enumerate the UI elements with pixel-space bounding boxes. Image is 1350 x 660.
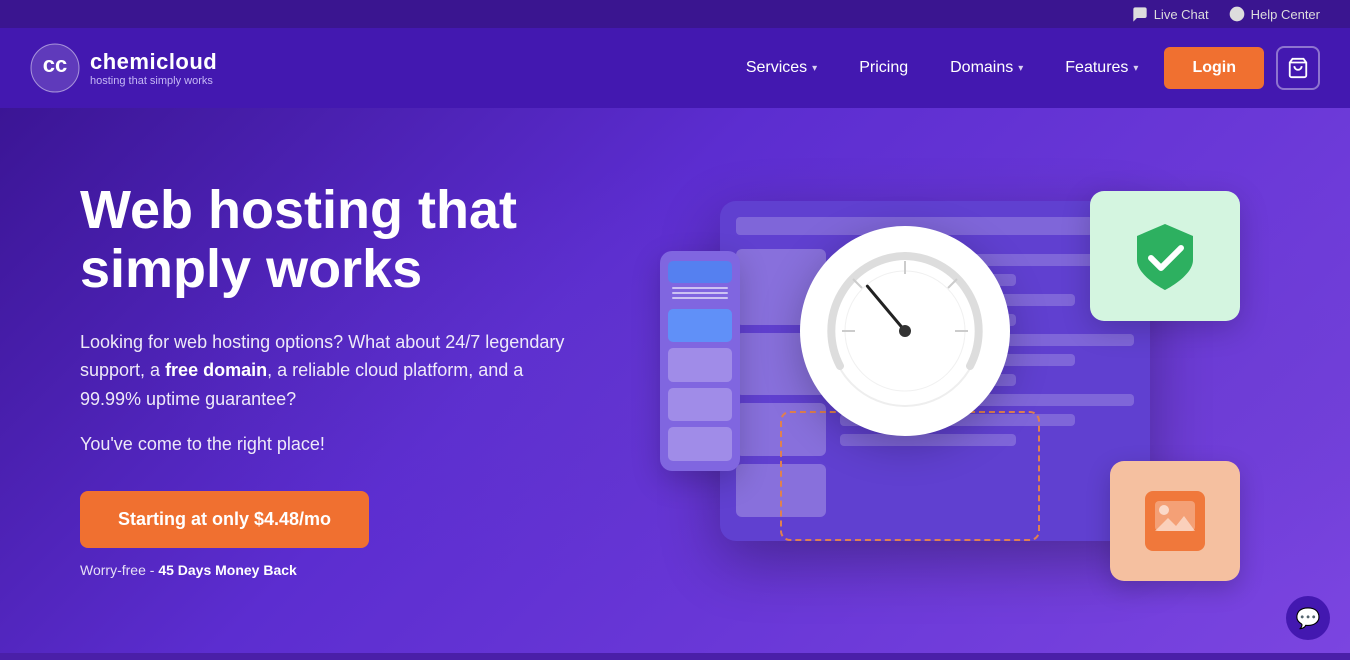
logo-name: chemicloud — [90, 49, 217, 75]
features-chevron-icon: ▾ — [1133, 63, 1138, 74]
money-back-prefix: Worry-free - — [80, 562, 158, 578]
logo-icon: cc — [30, 43, 80, 93]
logo[interactable]: cc chemicloud hosting that simply works — [30, 43, 217, 93]
hero-free-domain: free domain — [165, 360, 267, 380]
chat-bubble-button[interactable]: 💬 — [1286, 596, 1330, 640]
cta-button[interactable]: Starting at only $4.48/mo — [80, 491, 369, 548]
hero-title: Web hosting that simply works — [80, 181, 630, 300]
navbar: cc chemicloud hosting that simply works … — [0, 28, 1350, 108]
logo-text-area: chemicloud hosting that simply works — [90, 49, 217, 87]
logo-tagline: hosting that simply works — [90, 75, 217, 87]
shield-icon — [1125, 216, 1205, 296]
money-back-bold: 45 Days Money Back — [158, 562, 297, 578]
security-badge — [1090, 191, 1240, 321]
help-center-label: Help Center — [1251, 7, 1320, 22]
domains-chevron-icon: ▾ — [1018, 63, 1023, 74]
help-center-link[interactable]: Help Center — [1229, 6, 1320, 22]
speedometer — [800, 226, 1010, 436]
live-chat-label: Live Chat — [1154, 7, 1209, 22]
illustration-wrapper — [660, 171, 1240, 591]
cart-icon — [1287, 57, 1309, 79]
orange-card — [1110, 461, 1240, 581]
cart-button[interactable] — [1276, 46, 1320, 90]
hero-illustration — [630, 108, 1270, 653]
live-chat-link[interactable]: Live Chat — [1132, 6, 1209, 22]
hero-description: Looking for web hosting options? What ab… — [80, 328, 580, 414]
top-bar: Live Chat Help Center — [0, 0, 1350, 28]
hero-tagline: You've come to the right place! — [80, 434, 630, 455]
chat-bubble-icon: 💬 — [1296, 606, 1321, 631]
nav-domains[interactable]: Domains ▾ — [934, 49, 1039, 87]
hero-section: Web hosting that simply works Looking fo… — [0, 108, 1350, 653]
svg-text:cc: cc — [43, 52, 67, 77]
phone-mockup — [660, 251, 740, 471]
nav-pricing[interactable]: Pricing — [843, 49, 924, 87]
speedometer-center — [899, 325, 911, 337]
image-placeholder-icon — [1140, 486, 1210, 556]
hero-content: Web hosting that simply works Looking fo… — [80, 181, 630, 580]
money-back-text: Worry-free - 45 Days Money Back — [80, 562, 630, 580]
login-button[interactable]: Login — [1164, 47, 1264, 89]
phone-top-bar — [668, 261, 732, 283]
nav-links: Services ▾ Pricing Domains ▾ Features ▾ — [730, 49, 1155, 87]
nav-services[interactable]: Services ▾ — [730, 49, 833, 87]
phone-menu-icon — [668, 285, 732, 301]
nav-features[interactable]: Features ▾ — [1049, 49, 1154, 87]
services-chevron-icon: ▾ — [812, 63, 817, 74]
